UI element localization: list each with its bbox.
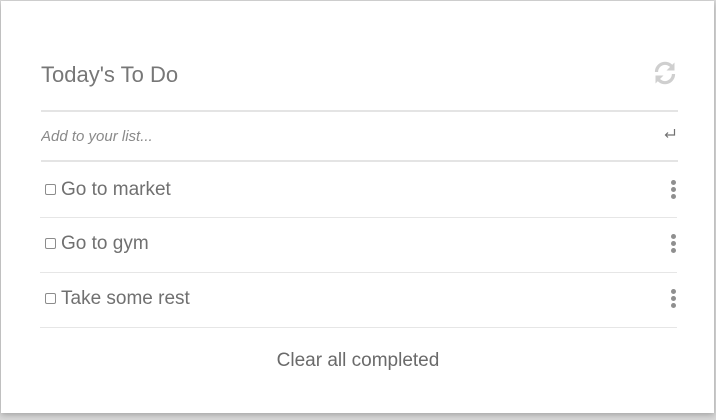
list-item: Take some rest — [40, 273, 677, 328]
more-vertical-icon[interactable] — [669, 234, 677, 256]
add-item-row — [41, 110, 678, 162]
refresh-icon[interactable] — [652, 60, 678, 86]
list-item: Go to gym — [40, 218, 677, 273]
item-label: Go to market — [61, 179, 171, 200]
more-vertical-icon[interactable] — [669, 180, 677, 202]
list-item: Go to market — [40, 162, 677, 218]
page-title: Today's To Do — [41, 62, 179, 87]
item-checkbox[interactable] — [45, 184, 56, 195]
todo-header: Today's To Do — [41, 59, 678, 91]
item-label: Take some rest — [61, 288, 190, 309]
item-label: Go to gym — [61, 233, 149, 254]
clear-completed-button[interactable]: Clear all completed — [0, 350, 716, 372]
enter-return-icon[interactable] — [663, 127, 677, 141]
more-vertical-icon[interactable] — [669, 289, 677, 311]
add-item-input[interactable] — [41, 124, 641, 148]
todo-list: Go to market Go to gym Take some rest — [40, 170, 677, 328]
item-checkbox[interactable] — [45, 238, 56, 249]
item-checkbox[interactable] — [45, 293, 56, 304]
